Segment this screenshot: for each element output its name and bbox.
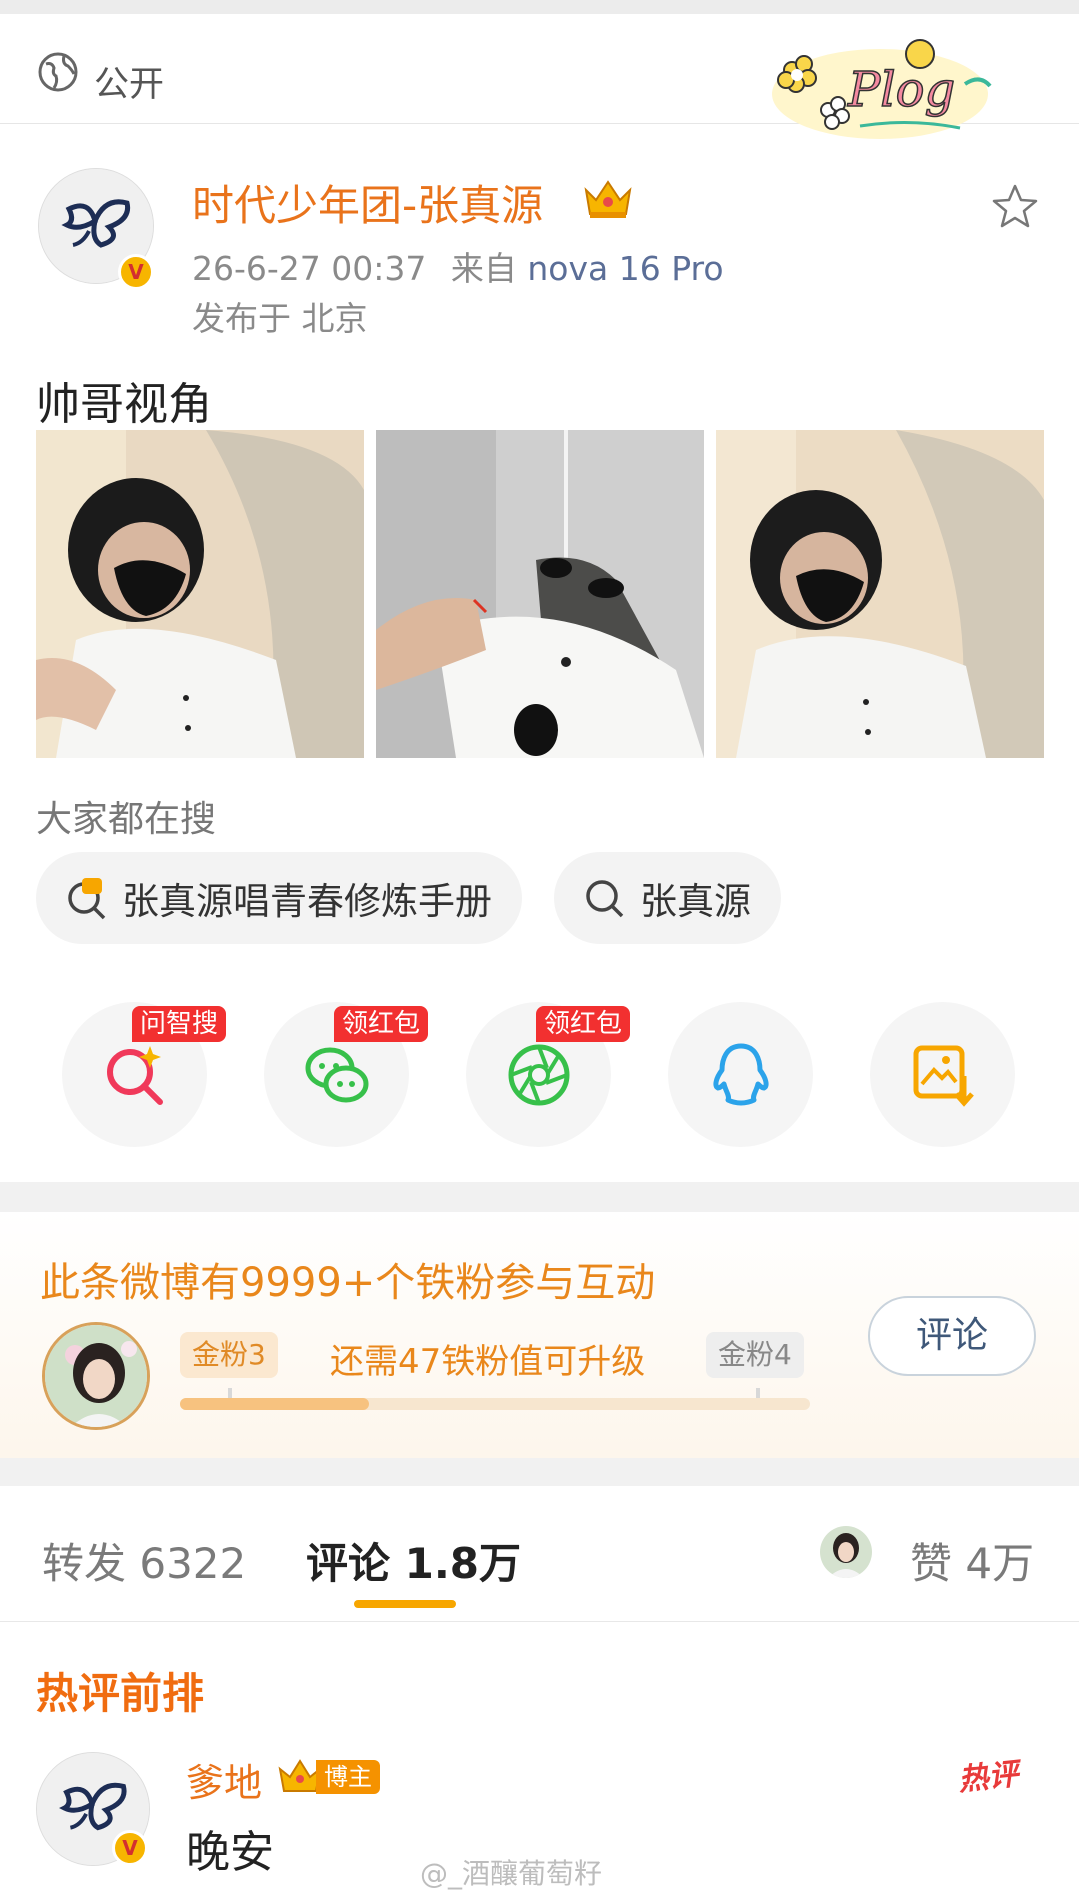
post-time: 26-6-27 00:37	[192, 249, 427, 288]
search-icon	[586, 880, 624, 918]
trending-search-title: 大家都在搜	[36, 799, 217, 840]
verified-badge: V	[112, 1830, 148, 1866]
share-tag-redpacket-2: 领红包	[536, 1006, 631, 1042]
post-photo-3[interactable]	[716, 430, 1044, 758]
moments-icon	[508, 1044, 570, 1106]
tab-active-indicator	[354, 1600, 456, 1608]
visibility-bar: 公开 Plog	[0, 14, 1079, 139]
post-meta: 26-6-27 00:37 来自 nova 16 Pro	[192, 242, 724, 290]
hot-comments-header: 热评前排	[36, 1669, 205, 1718]
interaction-tabs: 转发 6322 评论 1.8万 赞 4万	[0, 1486, 1079, 1622]
blogger-badge-label: 博主	[316, 1760, 380, 1794]
search-chip-2[interactable]: 张真源	[554, 852, 781, 944]
status-strip	[0, 0, 1079, 14]
source-prefix: 来自	[450, 249, 517, 288]
blogger-badge: 博主	[276, 1754, 380, 1800]
save-image-icon	[913, 1045, 974, 1107]
liker-avatar	[820, 1526, 872, 1578]
iron-fan-title: 此条微博有9999+个铁粉参与互动	[40, 1260, 656, 1306]
plog-sticker: Plog	[772, 39, 992, 139]
search-chip-1[interactable]: 张真源唱青春修炼手册	[36, 852, 522, 944]
tab-comments[interactable]: 评论 1.8万	[306, 1530, 521, 1591]
fan-avatar[interactable]	[42, 1322, 150, 1430]
hot-search-icon	[68, 878, 106, 920]
fan-progress-text: 还需47铁粉值可升级	[330, 1342, 646, 1382]
progress-tick-end	[756, 1388, 760, 1398]
fan-level-next: 金粉4	[706, 1332, 804, 1378]
share-qq[interactable]	[668, 1002, 813, 1147]
globe-icon	[38, 52, 78, 92]
section-divider	[0, 1182, 1079, 1212]
comment-button[interactable]: 评论	[868, 1296, 1036, 1376]
qq-icon	[713, 1043, 769, 1106]
post-location: 发布于 北京	[192, 299, 368, 338]
progress-tick-start	[228, 1388, 232, 1398]
section-divider	[0, 1458, 1079, 1486]
search-chip-label: 张真源唱青春修炼手册	[122, 880, 492, 923]
crown-badge-icon	[584, 180, 632, 218]
post-photo-1[interactable]	[36, 430, 364, 758]
post-photo-2[interactable]	[376, 430, 704, 758]
verified-badge: V	[118, 254, 154, 290]
iron-fan-card: 此条微博有9999+个铁粉参与互动 金粉3 还需47铁粉值可升级 金粉4 评论	[0, 1212, 1079, 1458]
visibility-label[interactable]: 公开	[94, 56, 164, 107]
wechat-icon	[305, 1047, 369, 1103]
author-name[interactable]: 时代少年团-张真源	[192, 172, 543, 233]
fan-level-current: 金粉3	[180, 1332, 278, 1378]
share-tag-ai: 问智搜	[132, 1006, 227, 1042]
tab-repost[interactable]: 转发 6322	[42, 1530, 246, 1591]
fan-progress-fill	[180, 1398, 369, 1410]
post-text: 帅哥视角	[36, 379, 212, 430]
plog-text: Plog	[847, 62, 955, 118]
ai-search-icon	[107, 1046, 163, 1105]
favorite-star-icon[interactable]	[990, 182, 1040, 232]
search-chip-label: 张真源	[640, 880, 751, 923]
weibo-watermark: @_酒釀葡萄籽	[420, 1857, 603, 1890]
share-tag-redpacket-1: 领红包	[334, 1006, 429, 1042]
tab-likes[interactable]: 赞 4万	[910, 1530, 1034, 1591]
comment-text: 晚安	[186, 1827, 274, 1878]
post-device[interactable]: nova 16 Pro	[527, 249, 723, 288]
commenter-name[interactable]: 爹地	[186, 1752, 262, 1807]
share-save-image[interactable]	[870, 1002, 1015, 1147]
fan-progress-bar	[180, 1388, 810, 1410]
hot-comment-stamp: 热评	[956, 1756, 1021, 1799]
